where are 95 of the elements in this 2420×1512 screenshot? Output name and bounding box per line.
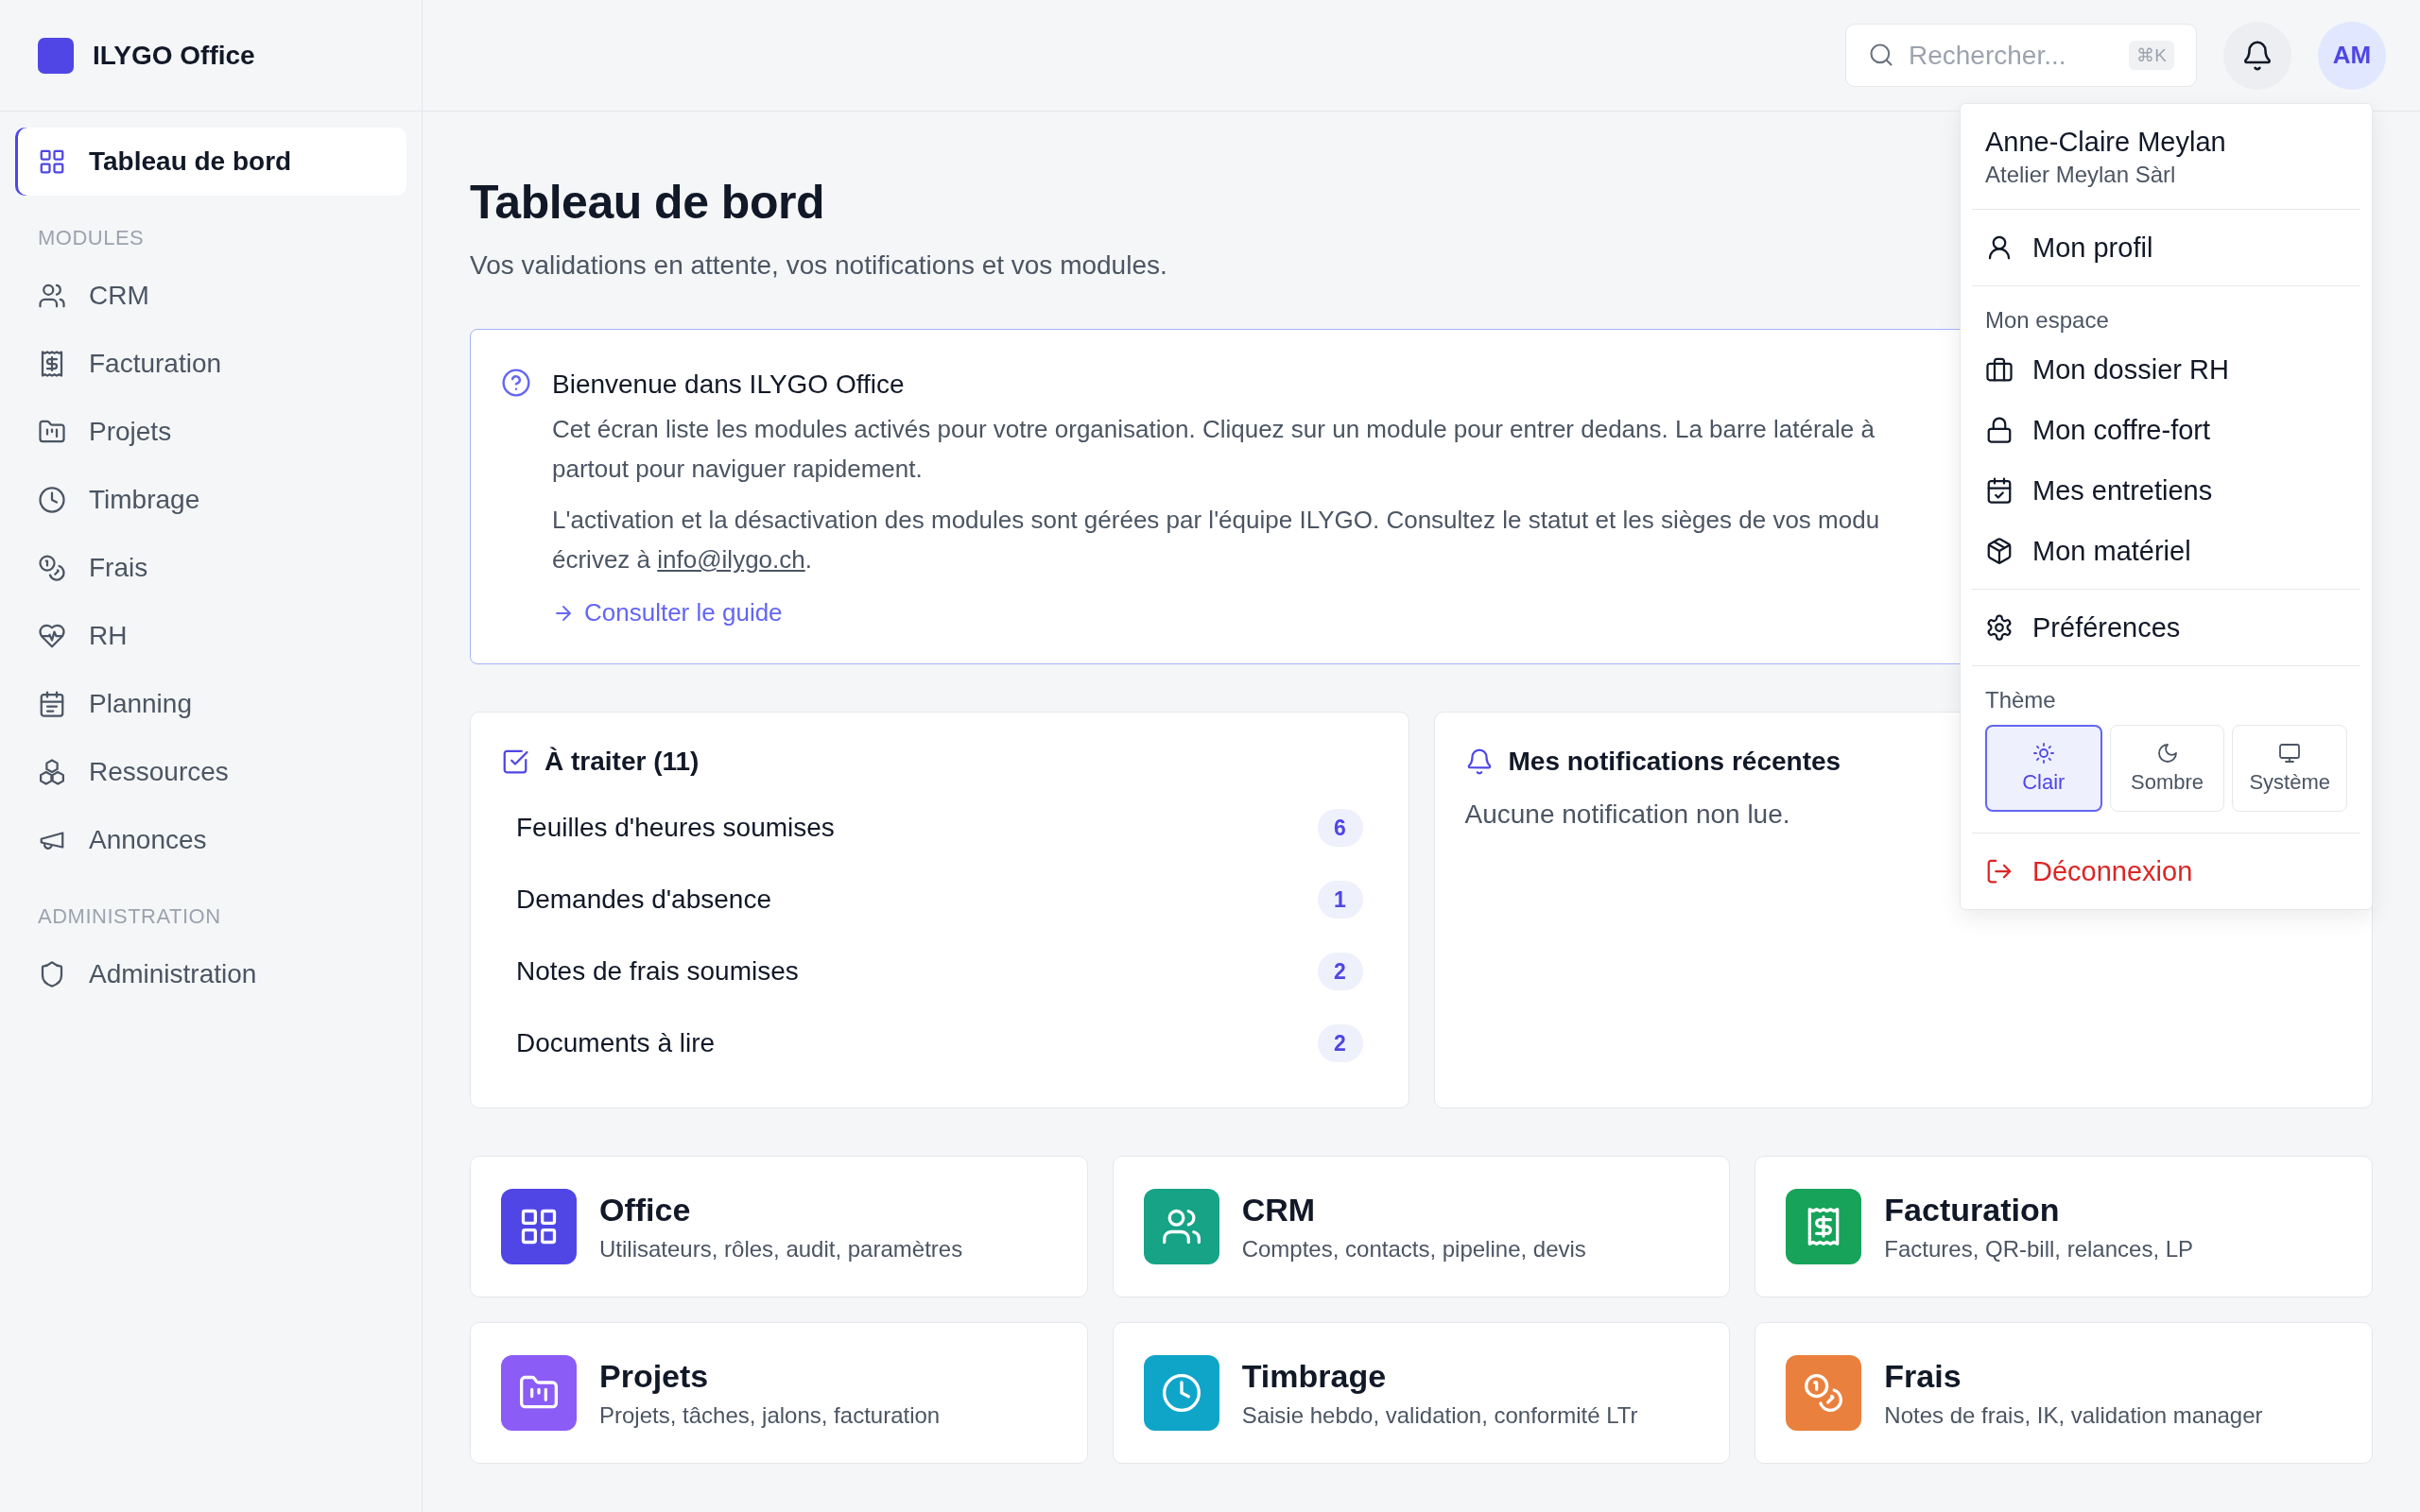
settings-icon (1985, 613, 2014, 642)
section-heading: ADMINISTRATION (37, 903, 222, 930)
menu-item[interactable]: Mon coffre-fort (1966, 400, 2366, 460)
todo-label: Feuilles d'heures soumises (516, 813, 835, 843)
module-title: Facturation (1884, 1191, 2061, 1228)
sun-icon (2031, 742, 2055, 765)
moon-icon (2155, 742, 2179, 765)
heart-pulse-icon (38, 622, 66, 650)
menu-item[interactable]: Mon matériel (1966, 521, 2366, 581)
app-name: ILYGO Office (93, 40, 255, 71)
theme-option[interactable]: Système (2232, 725, 2347, 812)
logo-icon (38, 37, 74, 74)
sidebar-item[interactable]: Frais (15, 534, 406, 602)
empty-message: Aucune notification non lue. (1464, 799, 1790, 830)
menu-item[interactable]: Mon dossier RH (1966, 339, 2366, 400)
sidebar-item[interactable]: Facturation (15, 330, 406, 398)
sidebar-item[interactable]: Projets (15, 398, 406, 466)
sidebar-item[interactable]: Tableau de bord (15, 128, 406, 196)
theme-option[interactable]: Clair (1985, 725, 2102, 812)
module-card[interactable]: CRM Comptes, contacts, pipeline, devis (1112, 1156, 1731, 1297)
todo-item[interactable]: Documents à lire 2 (501, 1007, 1378, 1079)
menu-item[interactable]: Mes entretiens (1966, 460, 2366, 521)
page-subtitle: Vos validations en attente, vos notifications et vos modules. (470, 250, 1167, 281)
sidebar-item[interactable]: Timbrage (15, 466, 406, 534)
menu-item[interactable]: Préférences (1966, 597, 2366, 658)
users-icon (38, 282, 66, 310)
module-description: Projets, tâches, jalons, facturation (599, 1401, 941, 1429)
todo-label: Documents à lire (516, 1028, 716, 1058)
menu-item[interactable]: Mon profil (1966, 217, 2366, 278)
module-title: Projets (599, 1357, 710, 1395)
body-text: partout pour naviguer rapidement. (552, 454, 924, 485)
checkbox-icon (501, 747, 529, 776)
module-title: CRM (1241, 1191, 1317, 1228)
monitor-icon (2278, 742, 2302, 765)
grid-icon (38, 147, 66, 176)
body-text: Cet écran liste les modules activés pour votre organisation. Cliquez sur un module pour entrer dedans. La barre latérale à (552, 414, 1876, 445)
body-text: L'activation et la désactivation des modules sont gérées par l'équipe ILYGO. Consultez le statut et les sièges de vos modu (552, 505, 1880, 536)
module-title: Frais (1884, 1357, 1962, 1395)
calendar-icon (38, 690, 66, 718)
bell-icon (2241, 39, 2273, 72)
module-description: Saisie hebdo, validation, conformité LTr (1241, 1401, 1638, 1429)
menu-heading: Thème (1984, 686, 2057, 714)
sidebar-item[interactable]: Planning (15, 670, 406, 738)
theme-option[interactable]: Sombre (2109, 725, 2225, 812)
module-description: Factures, QR-bill, relances, LP (1884, 1235, 2194, 1263)
user-name: Anne-Claire Meylan (1985, 127, 2227, 158)
body-text: écrivez à info@ilygo.ch. (552, 544, 813, 576)
email-link[interactable]: info@ilygo.ch (657, 545, 805, 574)
module-title: Timbrage (1241, 1357, 1388, 1395)
section-heading: MODULES (37, 225, 146, 251)
todo-item[interactable]: Demandes d'absence 1 (501, 864, 1378, 936)
module-description: Comptes, contacts, pipeline, devis (1241, 1235, 1586, 1263)
module-description: Notes de frais, IK, validation manager (1884, 1401, 2263, 1429)
sidebar-item[interactable]: Annonces (15, 806, 406, 874)
logout-icon (1985, 857, 2014, 885)
count-badge: 2 (1317, 953, 1363, 990)
organization-name: Atelier Meylan Sàrl (1985, 162, 2177, 188)
shortcut-hint: ⌘K (2129, 41, 2174, 70)
sidebar-item[interactable]: Ressources (15, 738, 406, 806)
todo-label: Notes de frais soumises (516, 956, 799, 987)
todo-label: Demandes d'absence (516, 885, 771, 915)
module-description: Utilisateurs, rôles, audit, paramètres (599, 1235, 963, 1263)
help-icon (501, 368, 531, 398)
sidebar-item[interactable]: CRM (15, 262, 406, 330)
count-badge: 6 (1317, 809, 1363, 847)
count-badge: 1 (1317, 881, 1363, 919)
lock-icon (1985, 416, 2014, 444)
module-card[interactable]: Facturation Factures, QR-bill, relances, LP (1754, 1156, 2373, 1297)
module-card[interactable]: Office Utilisateurs, rôles, audit, paramètres (470, 1156, 1088, 1297)
briefcase-icon (1985, 355, 2014, 384)
module-card[interactable]: Frais Notes de frais, IK, validation manager (1754, 1322, 2373, 1464)
coins-icon (38, 554, 66, 582)
search-icon (1868, 42, 1894, 68)
module-title: Office (599, 1191, 692, 1228)
module-card[interactable]: Projets Projets, tâches, jalons, facturation (470, 1322, 1088, 1464)
card-title: À traiter (11) (544, 747, 700, 777)
guide-link[interactable]: Consulter le guide (552, 598, 783, 627)
sidebar-item[interactable]: Administration (15, 940, 406, 1008)
clock-icon (38, 486, 66, 514)
coins-icon (1803, 1372, 1845, 1414)
page-title: Tableau de bord (470, 175, 824, 230)
sidebar-item[interactable]: RH (15, 602, 406, 670)
logout-item[interactable]: Déconnexion (1966, 841, 2366, 902)
clock-icon (1160, 1372, 1202, 1414)
cubes-icon (38, 758, 66, 786)
avatar-button[interactable]: AM (2318, 21, 2386, 90)
module-card[interactable]: Timbrage Saisie hebdo, validation, conformité LTr (1112, 1322, 1731, 1464)
box-icon (1985, 537, 2014, 565)
count-badge: 2 (1317, 1024, 1363, 1062)
todo-item[interactable]: Notes de frais soumises 2 (501, 936, 1378, 1007)
calendar-check-icon (1985, 476, 2014, 505)
menu-heading: Mon espace (1984, 306, 2110, 335)
card-title: Mes notifications récentes (1508, 747, 1841, 777)
welcome-title: Bienvenue dans ILYGO Office (552, 369, 906, 400)
todo-item[interactable]: Feuilles d'heures soumises 6 (501, 792, 1378, 864)
